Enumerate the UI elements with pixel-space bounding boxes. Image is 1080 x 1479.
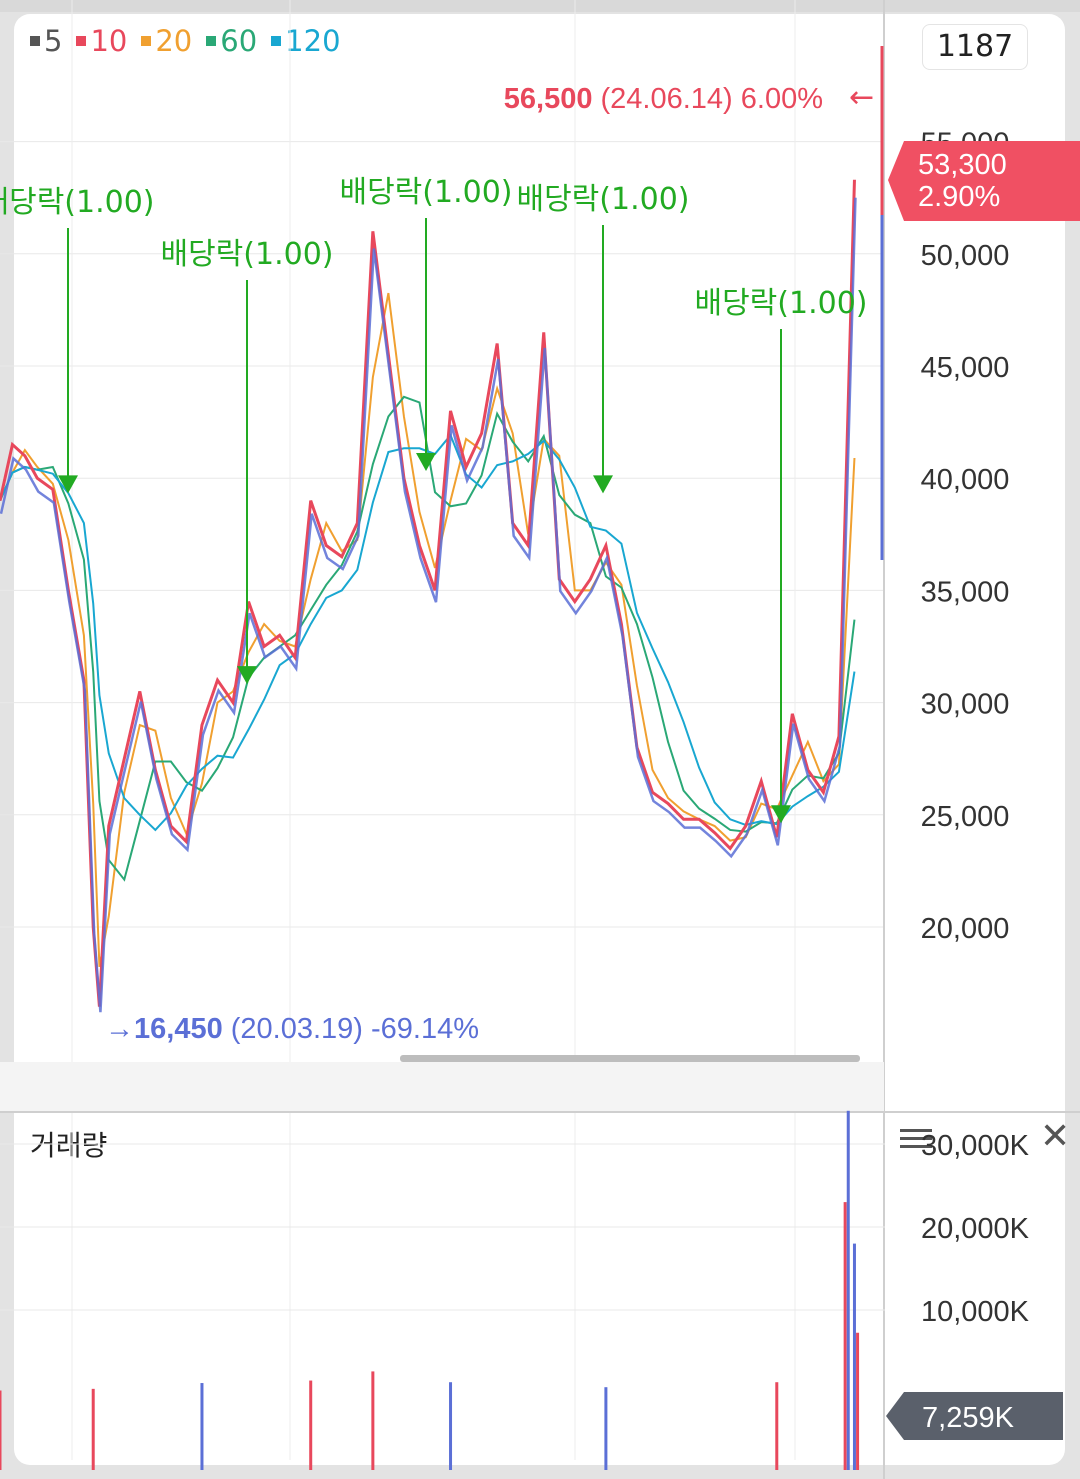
y-tick-label: 30,000 [921, 689, 1010, 721]
volume-bar [449, 1382, 453, 1470]
high-arrow-icon: ← [849, 80, 874, 115]
current-price-change: 2.90% [918, 181, 1000, 213]
dividend-label: 배당락(1.00) [0, 185, 155, 220]
dividend-label: 배당락(1.00) [516, 182, 689, 217]
current-volume-value: 7,259K [922, 1402, 1015, 1434]
dividend-label: 배당락(1.00) [694, 286, 867, 321]
dividend-marker-triangle [771, 805, 791, 824]
volume-bar [309, 1380, 313, 1470]
volume-bar [604, 1387, 608, 1470]
volume-bar [775, 1382, 779, 1470]
high-annotation: 56,500 (24.06.14) 6.00% [504, 83, 823, 115]
moving-average-line [0, 395, 856, 882]
volume-bar [843, 1202, 847, 1470]
y-tick-label: 45,000 [921, 352, 1010, 384]
dividend-label: 배당락(1.00) [160, 237, 333, 272]
moving-average-line [0, 433, 856, 832]
low-annotation: →16,450 (20.03.19) -69.14% [105, 1013, 479, 1045]
volume-bar [200, 1383, 204, 1470]
y-tick-label: 40,000 [921, 464, 1010, 496]
y-tick-label: 50,000 [921, 240, 1010, 272]
price-chart: 20,000 25,000 30,000 35,000 40,000 45,000 50,0… [0, 0, 1080, 1479]
volume-tick-label: 10,000K [921, 1296, 1030, 1328]
x-axis-band [0, 1062, 884, 1112]
volume-tick-label: 20,000K [921, 1213, 1030, 1245]
volume-bar [0, 1390, 2, 1470]
volume-bar [371, 1371, 375, 1470]
scrollbar-thumb [400, 1055, 860, 1062]
volume-tick-label: 30,000K [921, 1130, 1030, 1162]
current-price-value: 53,300 [918, 149, 1007, 181]
y-tick-label: 25,000 [921, 801, 1010, 833]
dividend-marker-triangle [416, 452, 436, 471]
y-tick-label: 35,000 [921, 576, 1010, 608]
y-tick-label: 20,000 [921, 913, 1010, 945]
volume-bar [852, 1243, 856, 1470]
volume-bar [856, 1332, 860, 1470]
volume-bar [846, 1110, 850, 1470]
volume-bar [91, 1388, 95, 1470]
dividend-label: 배당락(1.00) [339, 175, 512, 210]
dividend-marker-triangle [593, 475, 613, 494]
